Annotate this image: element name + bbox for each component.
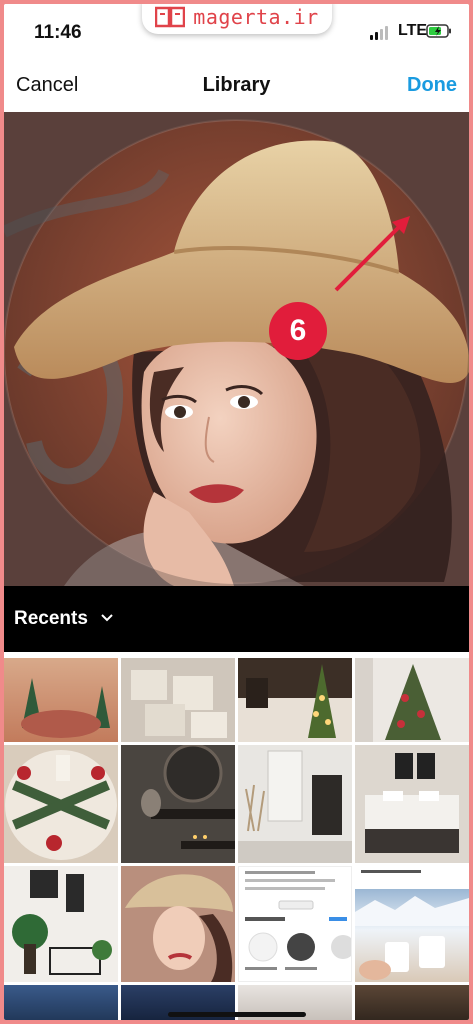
- network-label: LTE: [398, 22, 428, 39]
- thumbnail[interactable]: [355, 866, 469, 982]
- thumbnail[interactable]: [121, 866, 235, 982]
- step-number-badge: 6: [269, 302, 327, 360]
- thumbnail[interactable]: [4, 658, 118, 742]
- thumbnail[interactable]: [238, 866, 352, 982]
- book-icon: [155, 6, 186, 28]
- thumbnail[interactable]: [238, 745, 352, 863]
- battery-charging-icon: [426, 24, 451, 38]
- thumbnail[interactable]: [121, 658, 235, 742]
- thumbnail[interactable]: [4, 985, 118, 1020]
- preview-image: [4, 112, 469, 586]
- signal-icon: [370, 26, 388, 40]
- thumbnail[interactable]: [355, 658, 469, 742]
- chevron-down-icon[interactable]: [100, 613, 114, 623]
- thumbnail[interactable]: [238, 658, 352, 742]
- status-bar: 11:46 magerta.ir LTE: [4, 4, 469, 62]
- done-button[interactable]: Done: [407, 74, 457, 97]
- recents-dropdown[interactable]: Recents: [14, 608, 88, 630]
- nav-bar: Cancel Library Done: [4, 62, 469, 113]
- brand-text: magerta.ir: [193, 5, 319, 29]
- phone-screen: 11:46 magerta.ir LTE Cancel Library Done: [4, 4, 469, 1020]
- thumbnail[interactable]: [121, 745, 235, 863]
- thumbnail[interactable]: [4, 866, 118, 982]
- thumbnail[interactable]: [355, 745, 469, 863]
- page-title: Library: [202, 74, 271, 96]
- status-time: 11:46: [34, 22, 82, 43]
- thumbnail[interactable]: [4, 745, 118, 863]
- thumbnail[interactable]: [355, 985, 469, 1020]
- brand-watermark: magerta.ir: [142, 4, 332, 34]
- photo-grid: [4, 652, 469, 1020]
- photo-preview[interactable]: 6: [4, 112, 469, 586]
- home-indicator: [168, 1012, 306, 1017]
- recents-bar: Recents: [4, 586, 469, 652]
